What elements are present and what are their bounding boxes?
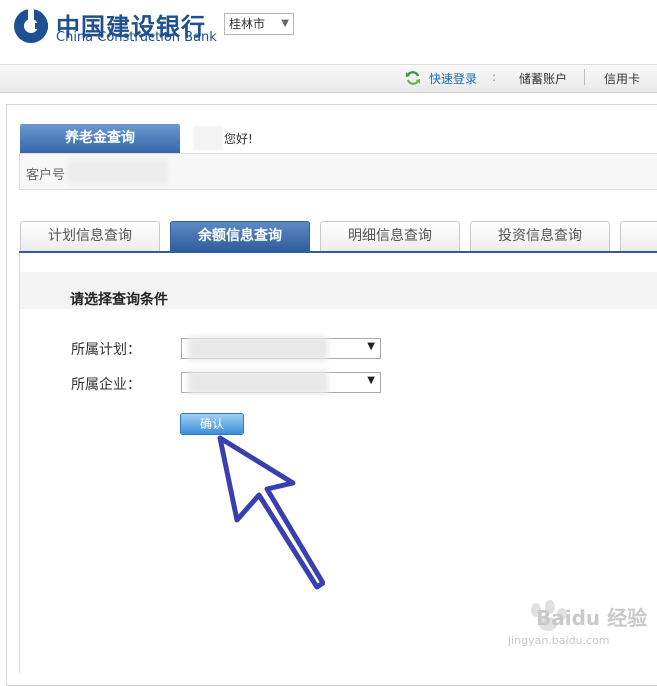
brand-name-english: China Construction Bank — [56, 30, 217, 45]
plan-select[interactable]: ▼ — [181, 337, 381, 360]
section-title: 请选择查询条件 — [70, 292, 168, 308]
customer-number-redacted — [68, 160, 168, 184]
customer-number-label: 客户号 — [26, 168, 66, 183]
greeting-text: 您好! — [224, 132, 253, 146]
user-name-redacted — [193, 126, 223, 150]
tab-balance-info[interactable]: 余额信息查询 — [170, 221, 310, 251]
chevron-down-icon: ▼ — [367, 375, 375, 386]
city-select[interactable]: 桂林市 ▼ — [224, 13, 294, 35]
chevron-down-icon: ▼ — [367, 341, 375, 352]
quick-login-link[interactable]: 快速登录 — [429, 70, 477, 87]
tab-investment-info[interactable]: 投资信息查询 — [470, 221, 610, 251]
watermark-url: jingyan.baidu.com — [508, 634, 610, 647]
confirm-button[interactable]: 确认 — [180, 413, 244, 435]
chevron-down-icon: ▼ — [281, 18, 289, 29]
plan-label: 所属计划： — [71, 342, 141, 358]
savings-account-link[interactable]: 储蓄账户 — [519, 70, 567, 87]
nav-divider — [584, 69, 585, 85]
company-label: 所属企业： — [71, 377, 141, 393]
ccb-logo-icon — [14, 9, 48, 43]
annotation-arrow-icon — [217, 435, 325, 590]
tab-more[interactable] — [620, 221, 657, 251]
top-nav-bar: 快速登录 : 储蓄账户 信用卡 — [0, 64, 657, 93]
company-value-redacted — [188, 371, 328, 394]
company-select[interactable]: ▼ — [181, 371, 381, 394]
credit-card-link[interactable]: 信用卡 — [604, 70, 640, 87]
pension-query-tab[interactable]: 养老金查询 — [20, 124, 180, 153]
refresh-icon[interactable] — [405, 70, 421, 86]
tab-detail-info[interactable]: 明细信息查询 — [320, 221, 460, 251]
nav-separator: : — [492, 70, 497, 84]
plan-value-redacted — [188, 337, 328, 360]
city-select-value: 桂林市 — [229, 17, 266, 31]
tab-plan-info[interactable]: 计划信息查询 — [20, 221, 160, 251]
watermark-text: Baidu 经验 — [536, 606, 648, 630]
